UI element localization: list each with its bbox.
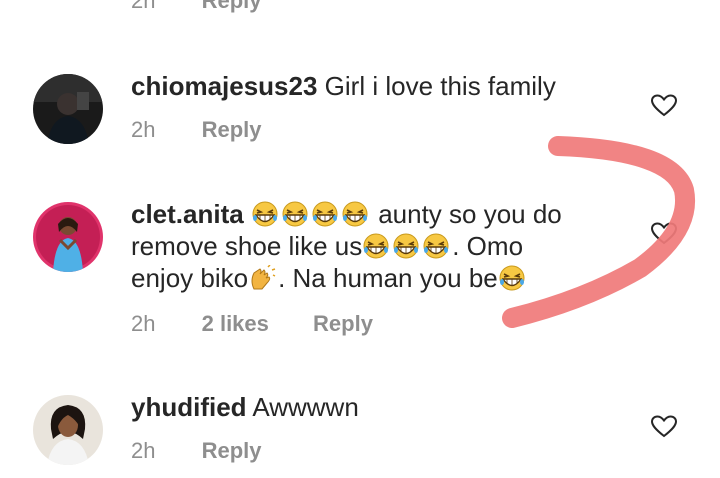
heart-outline-icon[interactable] [651, 222, 677, 246]
comment-body: yhudified Awwwwn [131, 391, 631, 423]
comment-meta: 2h 2 likes Reply [131, 311, 411, 337]
comment-text-part: remove shoe like us [131, 231, 363, 261]
clap-emoji-icon [251, 265, 276, 290]
comment-time: 2h [131, 117, 156, 142]
laugh-emoji-icon [342, 201, 368, 227]
comment-text: Awwwwn [252, 392, 359, 422]
avatar[interactable] [33, 74, 103, 144]
reply-button[interactable]: Reply [313, 311, 373, 336]
comment-meta: 2h Reply [131, 438, 300, 464]
laugh-emoji-icon [282, 201, 308, 227]
avatar[interactable] [33, 395, 103, 465]
heart-outline-icon[interactable] [651, 415, 677, 439]
comment-time: 2h [131, 311, 156, 336]
reply-button[interactable]: Reply [202, 0, 262, 13]
laugh-emoji-icon [363, 233, 390, 259]
reply-button[interactable]: Reply [202, 438, 262, 463]
comment-username[interactable]: chiomajesus23 [131, 71, 317, 101]
laugh-emoji-icon [423, 233, 450, 259]
comment-time: 2h [131, 0, 156, 13]
comment-body: clet.anita aunty so you do remove shoe l… [131, 198, 631, 294]
reply-button[interactable]: Reply [202, 117, 262, 142]
comment-text-part: enjoy biko [131, 263, 249, 293]
laugh-emoji-icon [498, 265, 525, 291]
heart-outline-icon[interactable] [651, 94, 677, 118]
comment-body: chiomajesus23 Girl i love this family [131, 70, 631, 102]
comment-text-part: . Omo [452, 231, 524, 261]
comment-text-part: aunty so you do [378, 199, 562, 229]
partial-comment-meta: 2h Reply [131, 0, 300, 14]
comment-text: Girl i love this family [324, 71, 556, 101]
likes-count[interactable]: 2 likes [202, 311, 269, 336]
comment-meta: 2h Reply [131, 117, 300, 143]
comment-time: 2h [131, 438, 156, 463]
laugh-emoji-icon [312, 201, 338, 227]
laugh-emoji-icon [252, 201, 278, 227]
avatar[interactable] [33, 202, 103, 272]
comment-text-part: . Na human you be [278, 263, 498, 293]
comment-username[interactable]: clet.anita [131, 199, 244, 229]
comment-username[interactable]: yhudified [131, 392, 247, 422]
laugh-emoji-icon [393, 233, 420, 259]
